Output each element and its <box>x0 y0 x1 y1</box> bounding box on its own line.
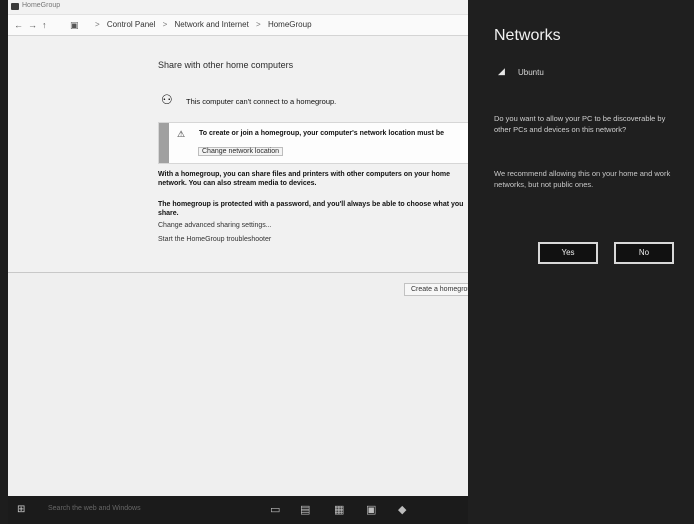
yes-button[interactable]: Yes <box>538 242 598 264</box>
wifi-signal-icon: ◢ <box>498 66 505 76</box>
no-button[interactable]: No <box>614 242 674 264</box>
homegroup-icon: ⚇ <box>161 92 173 107</box>
warning-icon: ⚠ <box>177 129 186 139</box>
networks-charm-panel: Networks ◢ Ubuntu Do you want to allow y… <box>468 0 694 524</box>
network-location-notice: ⚠ To create or join a homegroup, your co… <box>158 122 468 164</box>
networks-title: Networks <box>494 27 561 44</box>
task-view-icon[interactable]: ▭ <box>270 503 280 516</box>
edge-icon[interactable]: ◆ <box>398 503 406 516</box>
breadcrumb-separator: > <box>256 20 261 29</box>
change-network-location-link[interactable]: Change network location <box>198 147 284 156</box>
address-bar: ← → ↑ ▣ > Control Panel > Network and In… <box>8 15 468 36</box>
discoverable-recommendation: We recommend allowing this on your home … <box>494 169 671 189</box>
page-heading: Share with other home computers <box>158 60 294 70</box>
breadcrumb: > Control Panel > Network and Internet >… <box>90 20 312 29</box>
breadcrumb-separator: > <box>162 20 168 29</box>
back-arrow-icon[interactable]: ← <box>14 20 23 30</box>
up-arrow-icon[interactable]: ↑ <box>42 20 47 30</box>
homegroup-password-note: The homegroup is protected with a passwo… <box>158 201 464 217</box>
breadcrumb-homegroup[interactable]: HomeGroup <box>268 20 312 29</box>
network-icon[interactable]: ▣ <box>366 503 376 516</box>
create-homegroup-button[interactable]: Create a homegroup <box>404 283 468 296</box>
breadcrumb-network-and-internet[interactable]: Network and Internet <box>175 20 249 29</box>
window-title: HomeGroup <box>22 2 61 9</box>
windows-start-icon[interactable]: ⊞ <box>17 504 25 515</box>
control-panel-icon: ▣ <box>70 20 79 30</box>
notice-accent-bar <box>159 123 169 163</box>
homegroup-content: Share with other home computers ⚇ This c… <box>8 36 468 273</box>
homegroup-description: With a homegroup, you can share files an… <box>158 171 451 187</box>
file-explorer-icon[interactable]: ▤ <box>300 503 310 516</box>
breadcrumb-separator: > <box>95 20 100 29</box>
control-panel-window: HomeGroup ← → ↑ ▣ > Control Panel > Netw… <box>8 0 468 496</box>
troubleshooter-link[interactable]: Start the HomeGroup troubleshooter <box>158 236 271 243</box>
advanced-sharing-link[interactable]: Change advanced sharing settings... <box>158 222 272 229</box>
network-name[interactable]: Ubuntu <box>518 68 544 77</box>
notice-message: To create or join a homegroup, your comp… <box>199 130 445 137</box>
store-icon[interactable]: ▦ <box>334 503 344 516</box>
breadcrumb-control-panel[interactable]: Control Panel <box>107 20 155 29</box>
taskbar-search-box[interactable]: Search the web and Windows <box>48 505 141 512</box>
footer-area: Create a homegroup <box>8 273 468 496</box>
taskbar: ⊞ Search the web and Windows ▭ ▤ ▦ ▣ ◆ <box>8 496 468 524</box>
discoverable-question: Do you want to allow your PC to be disco… <box>494 114 666 134</box>
title-bar: HomeGroup <box>8 0 468 15</box>
homegroup-status: This computer can't connect to a homegro… <box>186 97 337 106</box>
forward-arrow-icon[interactable]: → <box>28 20 37 30</box>
homegroup-app-icon <box>11 3 19 10</box>
